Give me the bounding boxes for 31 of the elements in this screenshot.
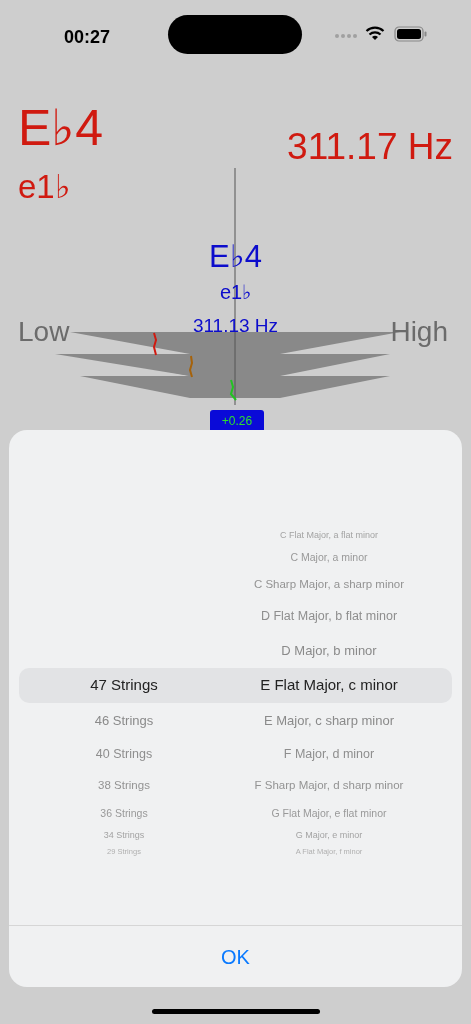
tuner-note-alt: e1♭ (219, 282, 252, 302)
string-count-option[interactable]: 47 Strings (90, 674, 158, 697)
low-label: Low (18, 318, 70, 346)
battery-icon (394, 26, 428, 42)
key-option[interactable]: F Sharp Major, d sharp minor (254, 777, 404, 795)
detected-frequency: 311.17 Hz (287, 128, 453, 165)
key-option[interactable]: E Flat Major, c minor (260, 674, 398, 697)
tuner-note: E♭4 (209, 241, 262, 272)
string-count-option[interactable]: 46 Strings (94, 710, 154, 731)
tuner-frequency: 311.13 Hz (192, 316, 279, 335)
string-count-option[interactable]: 40 Strings (95, 745, 153, 764)
detected-note-alt: e1♭ (18, 170, 71, 203)
key-option[interactable]: G Major, e minor (295, 828, 363, 843)
key-option[interactable]: C Sharp Major, a sharp minor (253, 576, 405, 594)
wifi-icon (365, 26, 385, 41)
detected-note: E♭4 (18, 103, 104, 153)
offset-badge: +0.26 (210, 410, 264, 432)
key-option[interactable]: D Major, b minor (281, 640, 377, 661)
status-time: 00:27 (64, 26, 111, 49)
ok-button[interactable]: OK (205, 941, 266, 972)
signal-icon (334, 33, 358, 39)
key-option[interactable]: F Major, d minor (283, 745, 375, 764)
key-option[interactable]: C Major, a minor (290, 549, 368, 566)
key-option[interactable]: C Flat Major, a flat minor (280, 528, 378, 543)
string-count-option[interactable]: 38 Strings (98, 777, 150, 795)
key-option[interactable]: D Flat Major, b flat minor (260, 607, 398, 626)
key-option[interactable]: G Flat Major, e flat minor (271, 805, 387, 822)
string-count-option[interactable]: 36 Strings (100, 805, 148, 822)
key-option[interactable]: E Major, c sharp minor (263, 710, 394, 731)
high-label: High (390, 318, 448, 346)
string-count-option[interactable]: 34 Strings (103, 828, 145, 843)
